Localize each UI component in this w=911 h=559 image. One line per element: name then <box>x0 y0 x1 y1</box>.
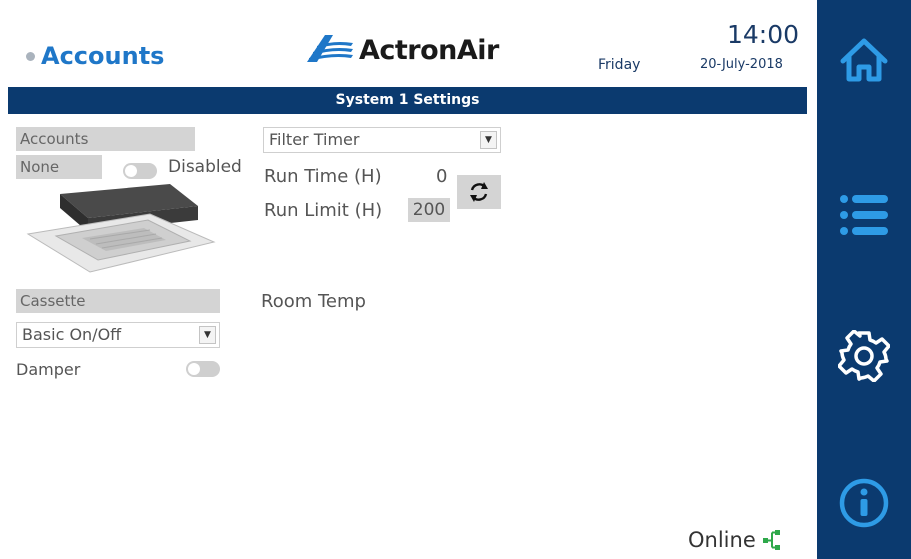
refresh-icon <box>470 182 488 202</box>
page-title: Accounts <box>26 42 164 70</box>
section-banner: System 1 Settings <box>8 87 807 114</box>
actronair-logo-icon <box>307 35 353 62</box>
title-bullet-icon <box>26 51 35 61</box>
filter-select[interactable]: Filter Timer ▼ <box>263 127 501 153</box>
filter-select-value: Filter Timer <box>269 130 360 149</box>
account-toggle-label: Disabled <box>168 157 242 177</box>
cassette-unit-image <box>26 184 216 273</box>
run-time-value: 0 <box>436 166 448 187</box>
reset-timer-button[interactable] <box>457 175 501 209</box>
nav-info-button[interactable] <box>817 463 911 543</box>
nav-sidebar <box>817 0 911 559</box>
account-value[interactable]: None <box>16 155 102 179</box>
mode-select[interactable]: Basic On/Off ▼ <box>16 322 220 348</box>
mode-select-value: Basic On/Off <box>22 325 122 344</box>
page-title-text: Accounts <box>41 42 165 70</box>
gear-icon <box>838 330 890 382</box>
run-limit-value[interactable]: 200 <box>408 198 450 222</box>
brand-logo: ActronAir <box>303 32 499 68</box>
brand-name: ActronAir <box>359 34 499 66</box>
day-label: Friday <box>598 57 641 73</box>
accounts-label: Accounts <box>16 127 195 151</box>
room-temp-label: Room Temp <box>261 291 366 312</box>
nav-settings-button[interactable] <box>817 316 911 396</box>
toggle-knob <box>188 363 200 375</box>
dropdown-arrow-icon[interactable]: ▼ <box>199 326 216 344</box>
run-time-label: Run Time (H) <box>264 166 382 187</box>
home-icon <box>840 38 888 82</box>
account-toggle[interactable] <box>123 163 157 179</box>
clock-date: 20-July-2018 <box>700 57 783 72</box>
dropdown-arrow-icon[interactable]: ▼ <box>480 131 497 149</box>
online-status: Online <box>688 528 782 552</box>
nav-home-button[interactable] <box>817 20 911 100</box>
network-online-icon <box>762 530 780 550</box>
damper-label: Damper <box>16 360 81 379</box>
info-icon <box>839 478 889 528</box>
nav-menu-button[interactable] <box>817 175 911 255</box>
run-limit-label: Run Limit (H) <box>264 200 383 221</box>
list-icon <box>840 195 888 235</box>
toggle-knob <box>125 165 137 177</box>
unit-type-label: Cassette <box>16 289 220 313</box>
clock-time: 14:00 <box>726 20 799 49</box>
online-label: Online <box>688 528 756 552</box>
damper-toggle[interactable] <box>186 361 220 377</box>
